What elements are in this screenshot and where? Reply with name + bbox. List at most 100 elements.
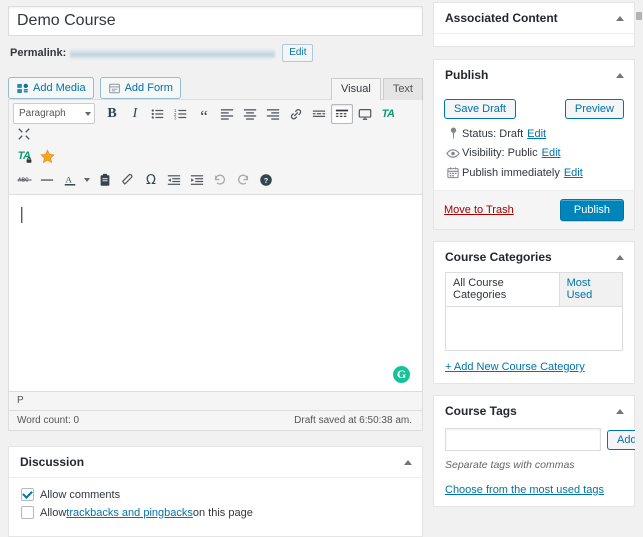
bold-icon[interactable]: B (101, 104, 123, 124)
most-used-tags-link[interactable]: Choose from the most used tags (445, 484, 604, 496)
discussion-panel-body: Allow comments Allow trackbacks and ping… (9, 478, 422, 536)
editor-media-row: Add Media Add Form Visual Text (8, 71, 423, 99)
align-left-icon[interactable] (216, 104, 238, 124)
main-content-column: Permalink: Edit Add Media (0, 0, 431, 500)
move-to-trash-button[interactable]: Move to Trash (444, 204, 514, 216)
permalink-row: Permalink: Edit (10, 43, 423, 63)
editor-content-area[interactable]: G (9, 195, 422, 391)
add-form-label: Add Form (125, 82, 173, 94)
add-form-button[interactable]: Add Form (100, 77, 181, 99)
keyboard-shortcuts-icon[interactable]: ? (255, 170, 277, 190)
visibility-row: Visibility: Public Edit (444, 147, 624, 159)
strikethrough-icon[interactable]: ABC (13, 170, 35, 190)
publish-panel-header[interactable]: Publish (434, 60, 634, 90)
add-media-label: Add Media (33, 82, 86, 94)
chevron-up-icon[interactable] (616, 16, 624, 21)
special-character-icon[interactable]: Ω (140, 170, 162, 190)
display-monitor-icon[interactable] (354, 104, 376, 124)
allow-trackbacks-checkbox[interactable] (21, 506, 34, 519)
editor-status-bar: Word count: 0 Draft saved at 6:50:38 am. (9, 410, 422, 430)
svg-text:3: 3 (174, 115, 177, 120)
tag-hint-text: Separate tags with commas (445, 459, 623, 471)
permalink-edit-button[interactable]: Edit (282, 44, 313, 62)
tab-all-course-categories[interactable]: All Course Categories (445, 272, 560, 306)
tab-most-used[interactable]: Most Used (560, 272, 623, 306)
allow-comments-row: Allow comments (21, 488, 410, 501)
toolbar-row-3: ABC A (13, 168, 420, 192)
associated-content-title: Associated Content (445, 11, 558, 25)
chevron-up-icon[interactable] (616, 409, 624, 414)
save-draft-button[interactable]: Save Draft (444, 99, 516, 119)
add-form-icon (108, 82, 121, 95)
text-color-icon[interactable]: A (59, 170, 81, 190)
tab-visual[interactable]: Visual (331, 78, 381, 100)
tab-text[interactable]: Text (383, 78, 423, 100)
distraction-free-icon[interactable] (13, 124, 35, 144)
discussion-panel-header[interactable]: Discussion (9, 447, 422, 478)
eye-icon (444, 148, 462, 159)
align-center-icon[interactable] (239, 104, 261, 124)
clear-formatting-icon[interactable] (117, 170, 139, 190)
publish-button[interactable]: Publish (560, 199, 624, 221)
visibility-text: Visibility: Public (462, 147, 538, 159)
tag-entry-row: Add (445, 428, 623, 451)
allow-comments-checkbox[interactable] (21, 488, 34, 501)
grammarly-icon[interactable]: G (393, 366, 410, 383)
format-select[interactable]: Paragraph (13, 103, 95, 124)
star-icon[interactable] (36, 146, 58, 166)
trackbacks-link[interactable]: trackbacks and pingbacks (66, 507, 193, 519)
chevron-up-icon[interactable] (616, 73, 624, 78)
schedule-text: Publish immediately (462, 167, 560, 179)
permalink-url-redacted[interactable] (70, 48, 275, 59)
increase-indent-icon[interactable] (186, 170, 208, 190)
schedule-edit-link[interactable]: Edit (564, 167, 583, 179)
undo-icon[interactable] (209, 170, 231, 190)
align-right-icon[interactable] (262, 104, 284, 124)
thirsty-affiliates-icon[interactable]: TA (377, 104, 399, 124)
blockquote-icon[interactable]: “ (193, 104, 215, 124)
thirsty-affiliates-lock-icon[interactable]: TA (13, 146, 35, 166)
publish-panel-title: Publish (445, 68, 488, 82)
caret-glyph (84, 178, 90, 182)
course-categories-list[interactable] (445, 306, 623, 351)
add-media-button[interactable]: Add Media (8, 77, 94, 99)
decrease-indent-icon[interactable] (163, 170, 185, 190)
bulleted-list-icon[interactable] (147, 104, 169, 124)
new-tag-input[interactable] (445, 428, 601, 451)
course-categories-header[interactable]: Course Categories (434, 242, 634, 272)
status-text: Status: Draft (462, 128, 523, 140)
italic-icon[interactable]: I (124, 104, 146, 124)
course-tags-header[interactable]: Course Tags (434, 396, 634, 426)
page-scrollbar[interactable] (635, 0, 643, 500)
svg-text:A: A (65, 175, 72, 185)
read-more-icon[interactable] (308, 104, 330, 124)
schedule-row: Publish immediately Edit (444, 166, 624, 179)
numbered-list-icon[interactable]: 1 2 3 (170, 104, 192, 124)
toolbar-toggle-icon[interactable] (331, 104, 353, 124)
paste-as-text-icon[interactable] (94, 170, 116, 190)
redo-icon[interactable] (232, 170, 254, 190)
editor-toolbar: Paragraph B I 1 2 (9, 100, 422, 195)
preview-button[interactable]: Preview (565, 99, 624, 119)
visibility-edit-link[interactable]: Edit (542, 147, 561, 159)
text-color-dropdown-icon[interactable] (81, 170, 93, 190)
course-categories-body: All Course Categories Most Used + Add Ne… (434, 272, 634, 383)
chevron-up-icon[interactable] (404, 460, 412, 465)
scrollbar-thumb[interactable] (636, 12, 642, 20)
toolbar-row-1: Paragraph B I 1 2 (13, 103, 420, 144)
chevron-up-icon[interactable] (616, 255, 624, 260)
discussion-panel: Discussion Allow comments Allow trackbac… (8, 446, 423, 537)
post-title-input[interactable] (8, 6, 423, 36)
admin-edit-screen: Permalink: Edit Add Media (0, 0, 643, 500)
course-tags-panel: Course Tags Add Separate tags with comma… (433, 395, 635, 507)
insert-link-icon[interactable] (285, 104, 307, 124)
editor-path-bar: P (9, 391, 422, 410)
associated-content-body (434, 34, 634, 46)
toolbar-row-2: TA (13, 144, 420, 168)
draft-saved-label: Draft saved at 6:50:38 am. (294, 415, 412, 426)
add-new-course-category-link[interactable]: + Add New Course Category (445, 361, 623, 373)
associated-content-header[interactable]: Associated Content (434, 3, 634, 34)
horizontal-rule-icon[interactable] (36, 170, 58, 190)
format-select-value: Paragraph (19, 108, 66, 119)
status-edit-link[interactable]: Edit (527, 128, 546, 140)
